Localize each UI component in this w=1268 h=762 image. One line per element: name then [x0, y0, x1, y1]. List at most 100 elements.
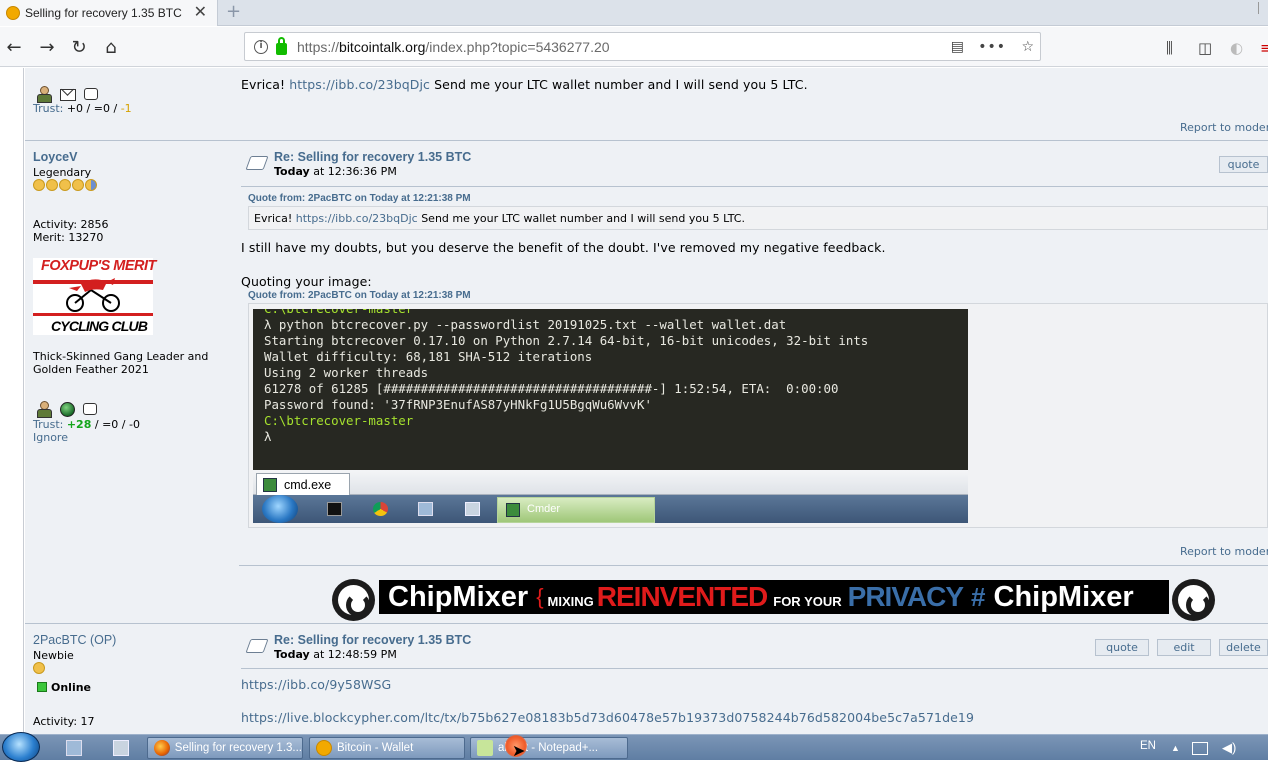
page-actions-icon[interactable]: •••	[978, 39, 1006, 55]
screenshot-console-icon	[327, 502, 342, 516]
quote-button-2[interactable]: quote	[1095, 639, 1149, 656]
post-link-2[interactable]: https://live.blockcypher.com/ltc/tx/b75b…	[241, 710, 974, 725]
poster-merit: Merit: 13270	[33, 231, 104, 244]
merit-club-image: FOXPUP'S MERIT CYCLING CLUB	[33, 258, 156, 335]
back-icon[interactable]: ←	[2, 35, 26, 59]
banner-word: ChipMixer	[388, 580, 529, 613]
chipmixer-banner-ad[interactable]: ChipMixer { MIXING REINVENTED FOR YOUR P…	[332, 579, 1215, 621]
poster-rank-2: Newbie	[33, 649, 74, 662]
poster-activity: Activity: 2856	[33, 218, 109, 231]
poster-username-2[interactable]: 2PacBTC (OP)	[33, 633, 116, 647]
banner-small-text: MIXING	[547, 593, 594, 609]
taskbar-item-firefox[interactable]: Selling for recovery 1.3...	[147, 737, 303, 759]
tab-close-icon[interactable]: ✕	[194, 4, 207, 20]
forward-icon[interactable]: →	[35, 35, 59, 59]
chipmixer-banner-bar: ChipMixer { MIXING REINVENTED FOR YOUR P…	[379, 580, 1169, 614]
url-text[interactable]: https://bitcointalk.org/index.php?topic=…	[297, 39, 610, 55]
screenshot-start-orb-icon	[262, 495, 298, 523]
quote-button[interactable]: quote	[1219, 156, 1268, 173]
website-globe-icon[interactable]	[60, 401, 75, 417]
profile-icon[interactable]	[36, 86, 52, 103]
new-tab-icon[interactable]: +	[226, 1, 241, 22]
screenshot-active-label: Cmder	[527, 503, 561, 515]
start-button-icon[interactable]	[2, 732, 40, 762]
pinned-explorer-icon[interactable]	[66, 740, 82, 756]
ignore-link[interactable]: Ignore	[33, 431, 68, 444]
reload-icon[interactable]: ↻	[67, 35, 91, 59]
poster-username[interactable]: LoyceV	[33, 150, 77, 164]
terminal-line: λ python btcrecover.py --passwordlist 20…	[264, 317, 787, 332]
rank-stars	[33, 179, 98, 191]
notepad-icon	[477, 740, 493, 756]
merit-image-stripe	[33, 313, 153, 316]
navigation-bar: ← → ↻ ⌂ i https://bitcointalk.org/index.…	[0, 27, 1268, 67]
post-date: Today at 12:36:36 PM	[274, 165, 397, 178]
post-separator	[25, 140, 1268, 141]
page-left-margin	[0, 68, 24, 734]
taskbar-item-notepad[interactable]: als.txt - Notepad+...	[470, 737, 628, 759]
delete-button[interactable]: delete	[1219, 639, 1268, 656]
post-link-1[interactable]: https://ibb.co/9y58WSG	[241, 677, 391, 692]
tray-expand-icon[interactable]: ▲	[1171, 743, 1180, 753]
banner-hash: #	[971, 581, 986, 612]
screenshot-computer-icon	[418, 502, 433, 516]
quote-link[interactable]: https://ibb.co/23bqDjc	[296, 212, 418, 225]
windows-taskbar: Selling for recovery 1.3... Bitcoin - Wa…	[0, 732, 1268, 762]
banner-blue-text: PRIVACY	[847, 581, 964, 612]
lock-icon[interactable]	[276, 36, 287, 55]
sidebar-icon[interactable]: ◫	[1198, 39, 1212, 57]
personal-message-icon[interactable]	[84, 88, 98, 100]
home-icon[interactable]: ⌂	[99, 35, 123, 59]
menu-icon[interactable]: ≡	[1260, 39, 1268, 57]
report-link-2[interactable]: Report to moderator	[1180, 545, 1268, 558]
bookmark-star-icon[interactable]: ☆	[1021, 39, 1034, 55]
language-indicator[interactable]: EN	[1140, 740, 1156, 752]
url-bar[interactable]: i https://bitcointalk.org/index.php?topi…	[244, 32, 1041, 61]
banner-red-text: REINVENTED	[596, 581, 768, 612]
site-info-icon[interactable]: i	[254, 39, 268, 54]
tab-title: Selling for recovery 1.35 BTC	[25, 6, 182, 20]
post-subject-2[interactable]: Re: Selling for recovery 1.35 BTC	[274, 633, 471, 647]
extension-icon[interactable]: ◐	[1230, 39, 1243, 57]
online-icon	[37, 682, 47, 692]
profile-icon[interactable]	[36, 401, 52, 418]
terminal-line: Starting btcrecover 0.17.10 on Python 2.…	[264, 333, 869, 348]
bitcoin-favicon-icon	[6, 6, 20, 20]
reader-view-icon[interactable]: ▤	[951, 39, 964, 55]
taskbar-item-wallet[interactable]: Bitcoin - Wallet	[309, 737, 465, 759]
screenshot-chrome-icon	[373, 502, 388, 516]
firefox-icon	[154, 740, 170, 756]
tab-strip: Selling for recovery 1.35 BTC ✕ +	[0, 0, 1268, 26]
star-icon	[46, 179, 58, 191]
merit-image-bottom-text: CYCLING CLUB	[51, 318, 148, 334]
send-message-icon[interactable]	[60, 89, 76, 101]
post-body-text: I still have my doubts, but you deserve …	[241, 240, 886, 255]
star-icon	[59, 179, 71, 191]
terminal-line: C:\btcrecover-master	[264, 413, 414, 428]
poster-rank: Legendary	[33, 166, 92, 179]
library-icon[interactable]: ⫼	[1166, 39, 1173, 57]
pinned-calculator-icon[interactable]	[113, 740, 129, 756]
personal-message-icon[interactable]	[83, 403, 97, 415]
quote-header-2[interactable]: Quote from: 2PacBTC on Today at 12:21:38…	[248, 290, 471, 301]
prev-post-link[interactable]: https://ibb.co/23bqDjc	[289, 77, 430, 92]
terminal-line: 61278 of 61285 [########################…	[264, 381, 839, 396]
star-icon	[33, 662, 45, 674]
volume-icon[interactable]: ◀)	[1222, 740, 1236, 756]
post-subject[interactable]: Re: Selling for recovery 1.35 BTC	[274, 150, 471, 164]
post-header-divider	[241, 186, 1268, 187]
prev-trust: Trust: +0 / =0 / -1	[33, 102, 132, 115]
quote-header[interactable]: Quote from: 2PacBTC on Today at 12:21:38…	[248, 193, 471, 204]
screenshot-cmd-tab: cmd.exe	[256, 473, 350, 495]
report-link[interactable]: Report to moderator	[1180, 121, 1268, 134]
terminal-line: Wallet difficulty: 68,181 SHA-512 iterat…	[264, 349, 593, 364]
star-icon	[33, 179, 45, 191]
tab-active[interactable]: Selling for recovery 1.35 BTC ✕	[0, 0, 218, 26]
post-body-text-2: Quoting your image:	[241, 274, 372, 289]
window-control[interactable]	[1258, 2, 1266, 14]
banner-small-text-2: FOR YOUR	[773, 593, 842, 609]
edit-button[interactable]: edit	[1157, 639, 1211, 656]
cmder-icon	[506, 503, 520, 517]
network-icon[interactable]	[1192, 742, 1208, 755]
terminal-line: Password found: '37fRNP3EnufAS87yHNkFg1U…	[264, 397, 652, 412]
